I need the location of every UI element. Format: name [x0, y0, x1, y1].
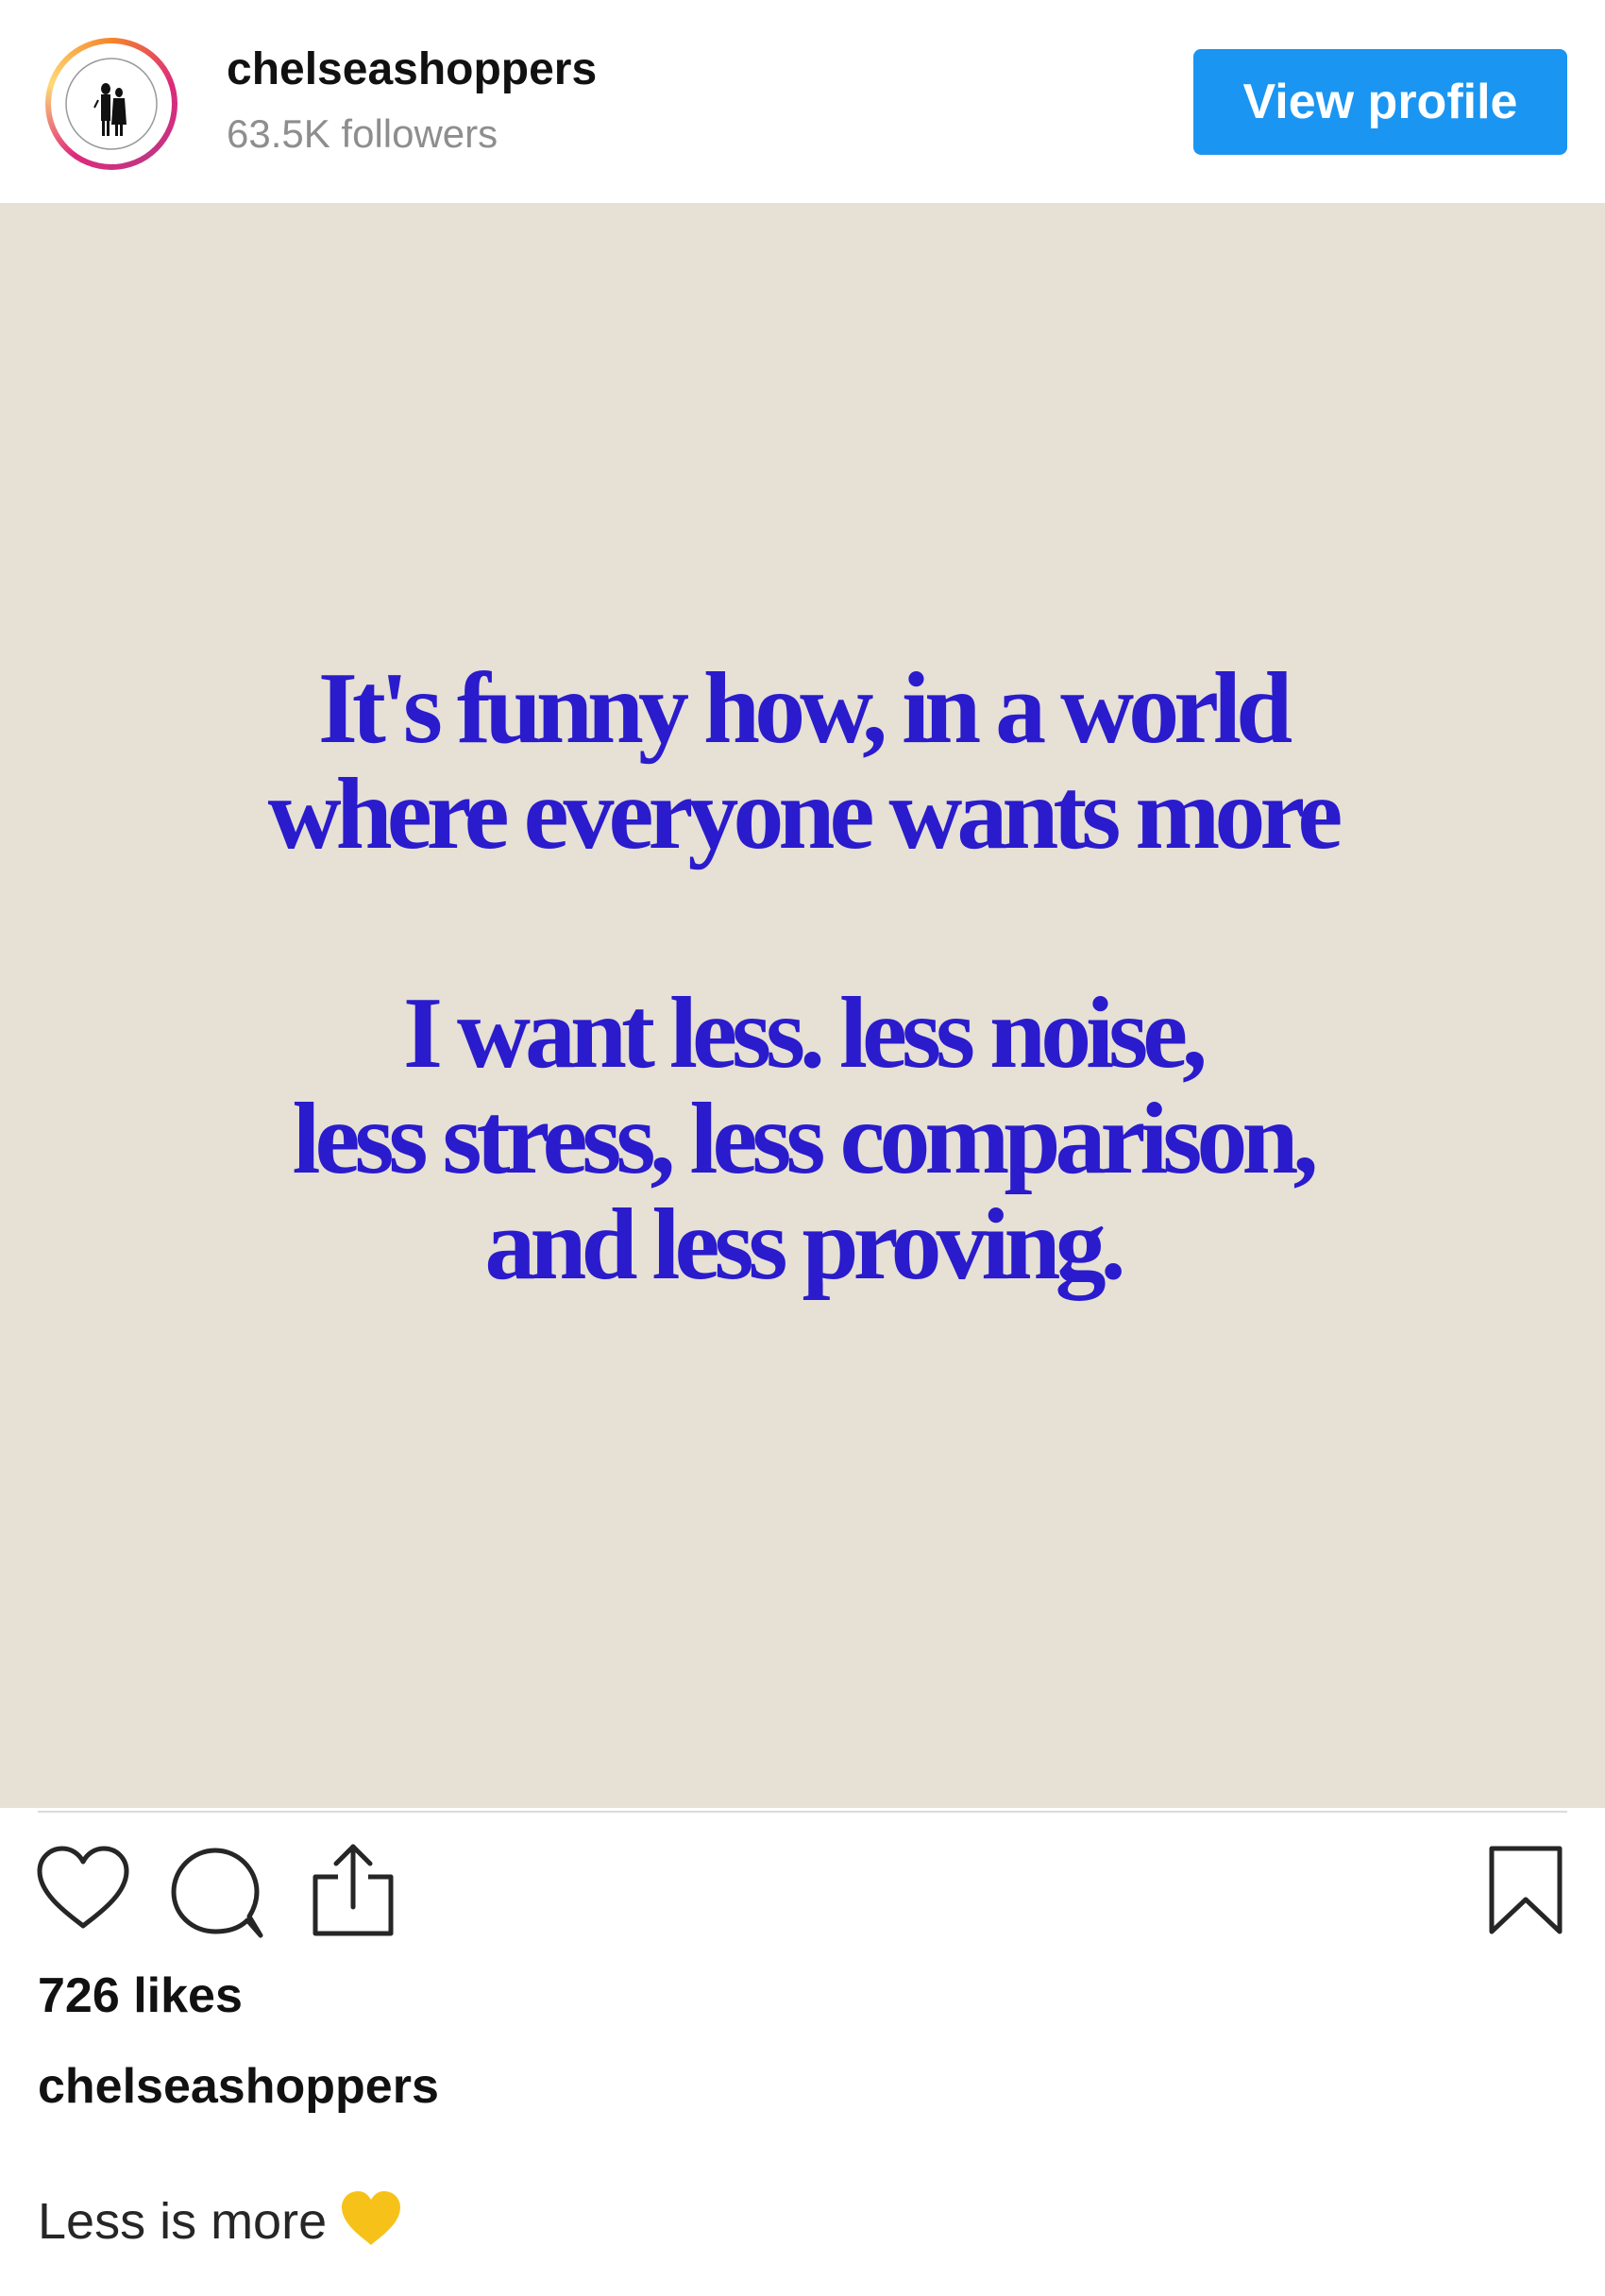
yellow-heart-icon [340, 2190, 402, 2259]
follower-count: 63.5K followers [227, 111, 498, 156]
like-count[interactable]: 726 likes [38, 1967, 243, 2024]
quote-line: I want less. less noise, [402, 977, 1208, 1089]
caption-username[interactable]: chelseashoppers [38, 2058, 439, 2115]
like-button[interactable] [36, 1845, 130, 1932]
view-profile-button[interactable]: View profile [1193, 49, 1567, 155]
bookmark-icon [1489, 1846, 1563, 1934]
share-button[interactable] [308, 1841, 398, 1939]
save-button[interactable] [1486, 1845, 1565, 1935]
profile-avatar[interactable] [45, 38, 177, 170]
quote-line: and less proving. [484, 1189, 1125, 1301]
caption-text: Less is more [38, 2192, 328, 2250]
post-image[interactable]: It's funny how, in a world where everyon… [0, 203, 1605, 1808]
quote-line: where everyone wants more [267, 758, 1343, 870]
quote-line: It's funny how, in a world [317, 652, 1292, 765]
quote-text: It's funny how, in a world where everyon… [0, 656, 1605, 1298]
caption: Less is more [38, 2190, 402, 2259]
quote-line: less stress, less comparison, [292, 1083, 1319, 1195]
share-icon [313, 1844, 394, 1936]
post-header: chelseashoppers 63.5K followers View pro… [0, 0, 1605, 203]
heart-icon [37, 1846, 129, 1929]
header-username[interactable]: chelseashoppers [227, 43, 597, 95]
avatar-inner [51, 43, 172, 164]
brand-logo-icon [65, 58, 158, 150]
divider [38, 1811, 1567, 1813]
comment-button[interactable] [168, 1845, 266, 1939]
comment-icon [171, 1848, 263, 1938]
